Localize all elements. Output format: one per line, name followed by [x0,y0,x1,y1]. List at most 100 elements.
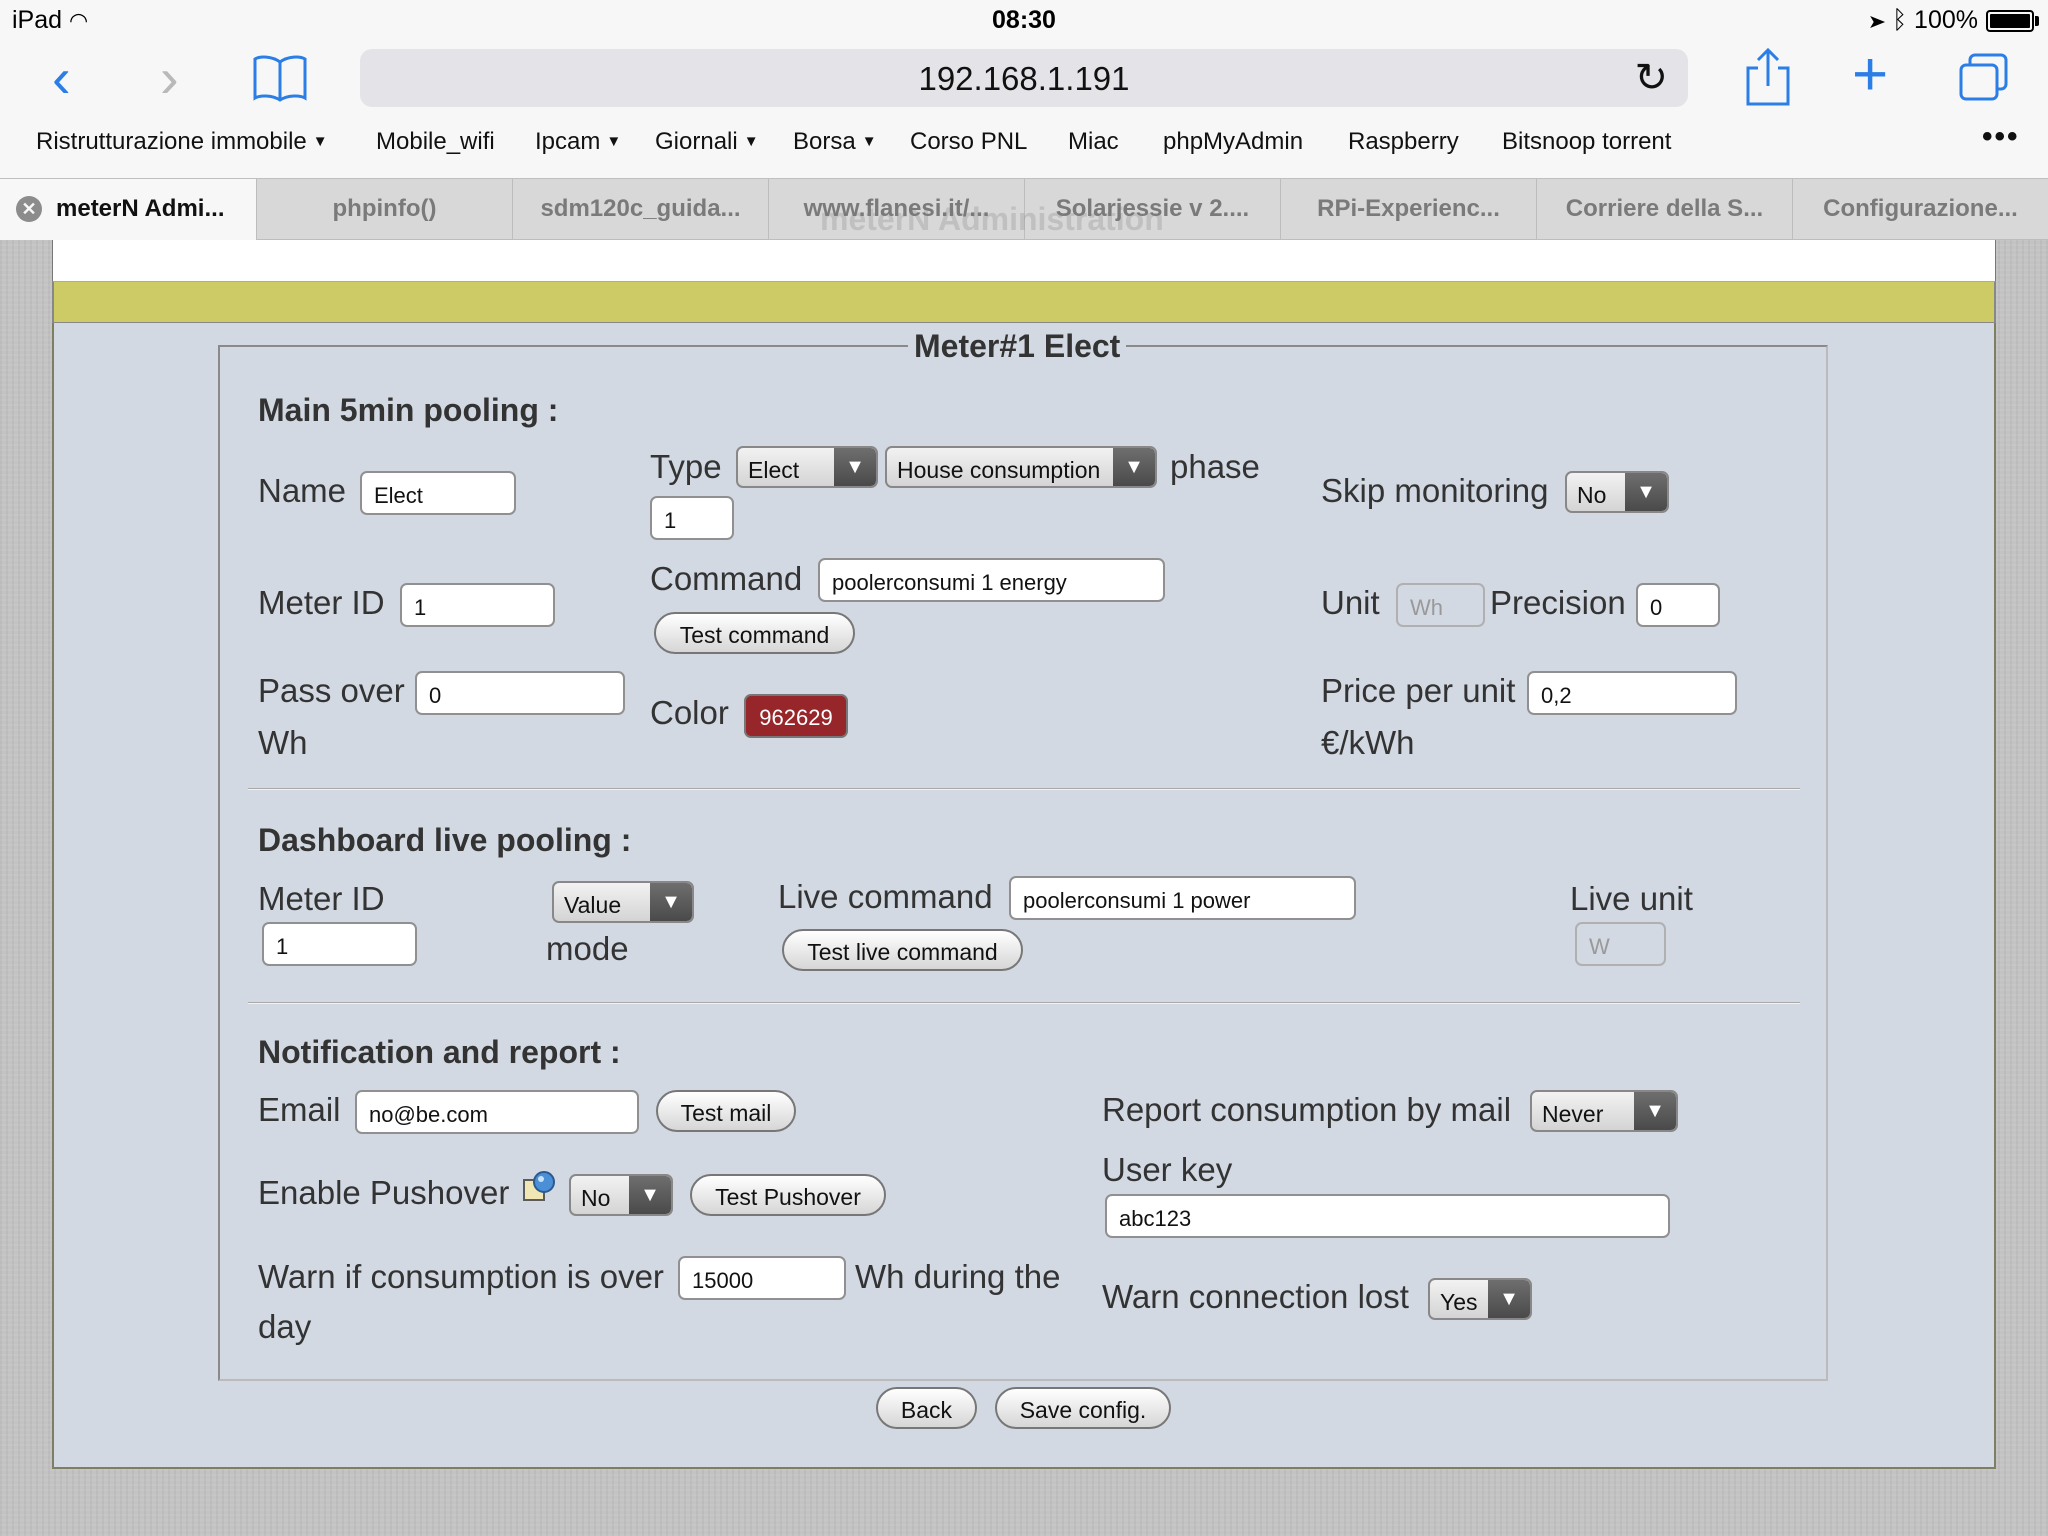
forward-arrow-icon[interactable]: › [160,50,179,106]
new-tab-plus-icon[interactable]: + [1852,44,1888,106]
color-picker-input[interactable]: 962629 [744,694,848,738]
bookmark-ristrutturazione[interactable]: Ristrutturazione immobile ▼ [36,128,328,156]
back-arrow-icon[interactable]: ‹ [52,50,71,106]
pass-over-unit: Wh [258,724,308,761]
warn-connection-lost-select[interactable]: Yes ▼ [1428,1278,1532,1320]
type-select[interactable]: Elect ▼ [736,446,878,488]
address-bar[interactable]: 192.168.1.191 ↻ [360,49,1688,107]
bookmarks-book-icon[interactable] [252,54,308,102]
live-pooling-heading: Dashboard live pooling : [258,822,632,858]
meter-id-input[interactable]: 1 [400,583,555,627]
tab-rpi-experience[interactable]: RPi-Experienc... [1280,179,1536,240]
ghost-page-title: meterN Administration [820,201,1164,237]
pass-over-label: Pass over [258,672,405,709]
warn-consumption-input[interactable]: 15000 [678,1256,846,1300]
tabs-overview-icon[interactable] [1958,52,2010,102]
pass-over-input[interactable]: 0 [415,671,625,715]
location-icon: ➤ [1870,6,1886,34]
phase-label: phase [1170,448,1260,485]
report-select-value: Never [1542,1101,1604,1127]
command-input[interactable]: poolerconsumi 1 energy [818,558,1165,602]
live-unit-input[interactable]: W [1575,922,1666,966]
bookmark-bitsnoop[interactable]: Bitsnoop torrent [1502,128,1671,156]
price-per-unit-input[interactable]: 0,2 [1527,671,1737,715]
email-label: Email [258,1091,341,1128]
save-config-button[interactable]: Save config. [995,1387,1171,1429]
fieldset-legend: Meter#1 Elect [908,328,1127,365]
bookmark-mobile-wifi[interactable]: Mobile_wifi [376,128,495,156]
bookmark-miac[interactable]: Miac [1068,128,1119,156]
pushover-info-icon[interactable] [522,1170,556,1202]
tab-sdm120c[interactable]: sdm120c_guida... [512,179,768,240]
more-ellipsis-icon[interactable]: ••• [1982,120,2020,154]
precision-label: Precision [1490,584,1626,621]
url-text[interactable]: 192.168.1.191 [360,60,1688,98]
user-key-input[interactable]: abc123 [1105,1194,1670,1238]
back-button[interactable]: Back [876,1387,977,1429]
pushover-select[interactable]: No ▼ [569,1174,673,1216]
command-label: Command [650,560,803,597]
unit-input[interactable]: Wh [1396,583,1485,627]
live-command-label: Live command [778,878,993,915]
section-divider [248,788,1800,790]
live-mode-select[interactable]: Value ▼ [552,881,694,923]
tab-configurazione[interactable]: Configurazione... [1792,179,2048,240]
bookmark-borsa[interactable]: Borsa ▼ [793,128,877,156]
mode-select-value: Value [564,892,622,918]
dropdown-arrow-icon: ▼ [834,448,876,486]
chevron-down-icon: ▼ [861,133,877,150]
bookmark-raspberry[interactable]: Raspberry [1348,128,1459,156]
test-live-command-button[interactable]: Test live command [782,929,1023,971]
dropdown-arrow-icon: ▼ [1113,448,1155,486]
chevron-down-icon: ▼ [312,133,328,150]
dropdown-arrow-icon: ▼ [1625,473,1667,511]
bookmarks-bar: Ristrutturazione immobile ▼ Mobile_wifi I… [0,118,2048,178]
status-right: ➤ ᛒ 100% [1870,6,1978,35]
warn-consumption-label: Warn if consumption is over [258,1258,664,1295]
clock: 08:30 [992,6,1056,34]
enable-pushover-label: Enable Pushover [258,1174,510,1211]
notification-heading: Notification and report : [258,1034,621,1070]
type-subtype-select[interactable]: House consumption ▼ [885,446,1157,488]
test-command-button[interactable]: Test command [654,612,855,654]
menu-band [52,281,1996,324]
page-header-strip [52,240,1996,282]
report-consumption-select[interactable]: Never ▼ [1530,1090,1678,1132]
main-pooling-heading: Main 5min pooling : [258,392,559,428]
battery-icon [1986,10,2034,32]
precision-input[interactable]: 0 [1636,583,1720,627]
dropdown-arrow-icon: ▼ [1488,1280,1530,1318]
close-tab-icon[interactable]: ✕ [16,196,42,222]
tab-label: meterN Admi... [56,195,225,222]
skip-monitoring-select[interactable]: No ▼ [1565,471,1669,513]
price-per-unit-label: Price per unit [1321,672,1516,709]
test-pushover-button[interactable]: Test Pushover [690,1174,886,1216]
email-input[interactable]: no@be.com [355,1090,639,1134]
name-input[interactable]: Elect [360,471,516,515]
type-select-value: Elect [748,457,800,483]
dropdown-arrow-icon: ▼ [629,1176,671,1214]
type-label: Type [650,448,722,485]
live-meter-id-input[interactable]: 1 [262,922,417,966]
tab-metern[interactable]: ✕ meterN Admi... [0,179,256,240]
dropdown-arrow-icon: ▼ [650,883,692,921]
price-unit: €/kWh [1321,724,1415,761]
unit-label: Unit [1321,584,1380,621]
pushover-select-value: No [581,1185,611,1211]
reload-icon[interactable]: ↻ [1634,55,1668,101]
battery-tip [2035,16,2039,26]
bookmark-corso-pnl[interactable]: Corso PNL [910,128,1027,156]
section-divider [248,1002,1800,1004]
tab-corriere[interactable]: Corriere della S... [1536,179,1792,240]
bookmark-ipcam[interactable]: Ipcam ▼ [535,128,621,156]
warn-consumption-suffix-day: day [258,1308,312,1345]
tab-phpinfo[interactable]: phpinfo() [256,179,512,240]
test-mail-button[interactable]: Test mail [656,1090,796,1132]
meter-id-label: Meter ID [258,584,385,621]
share-icon[interactable] [1744,46,1792,108]
bookmark-phpmyadmin[interactable]: phpMyAdmin [1163,128,1303,156]
lost-select-value: Yes [1440,1289,1478,1315]
bookmark-giornali[interactable]: Giornali ▼ [655,128,759,156]
phase-input[interactable]: 1 [650,496,734,540]
live-command-input[interactable]: poolerconsumi 1 power [1009,876,1356,920]
